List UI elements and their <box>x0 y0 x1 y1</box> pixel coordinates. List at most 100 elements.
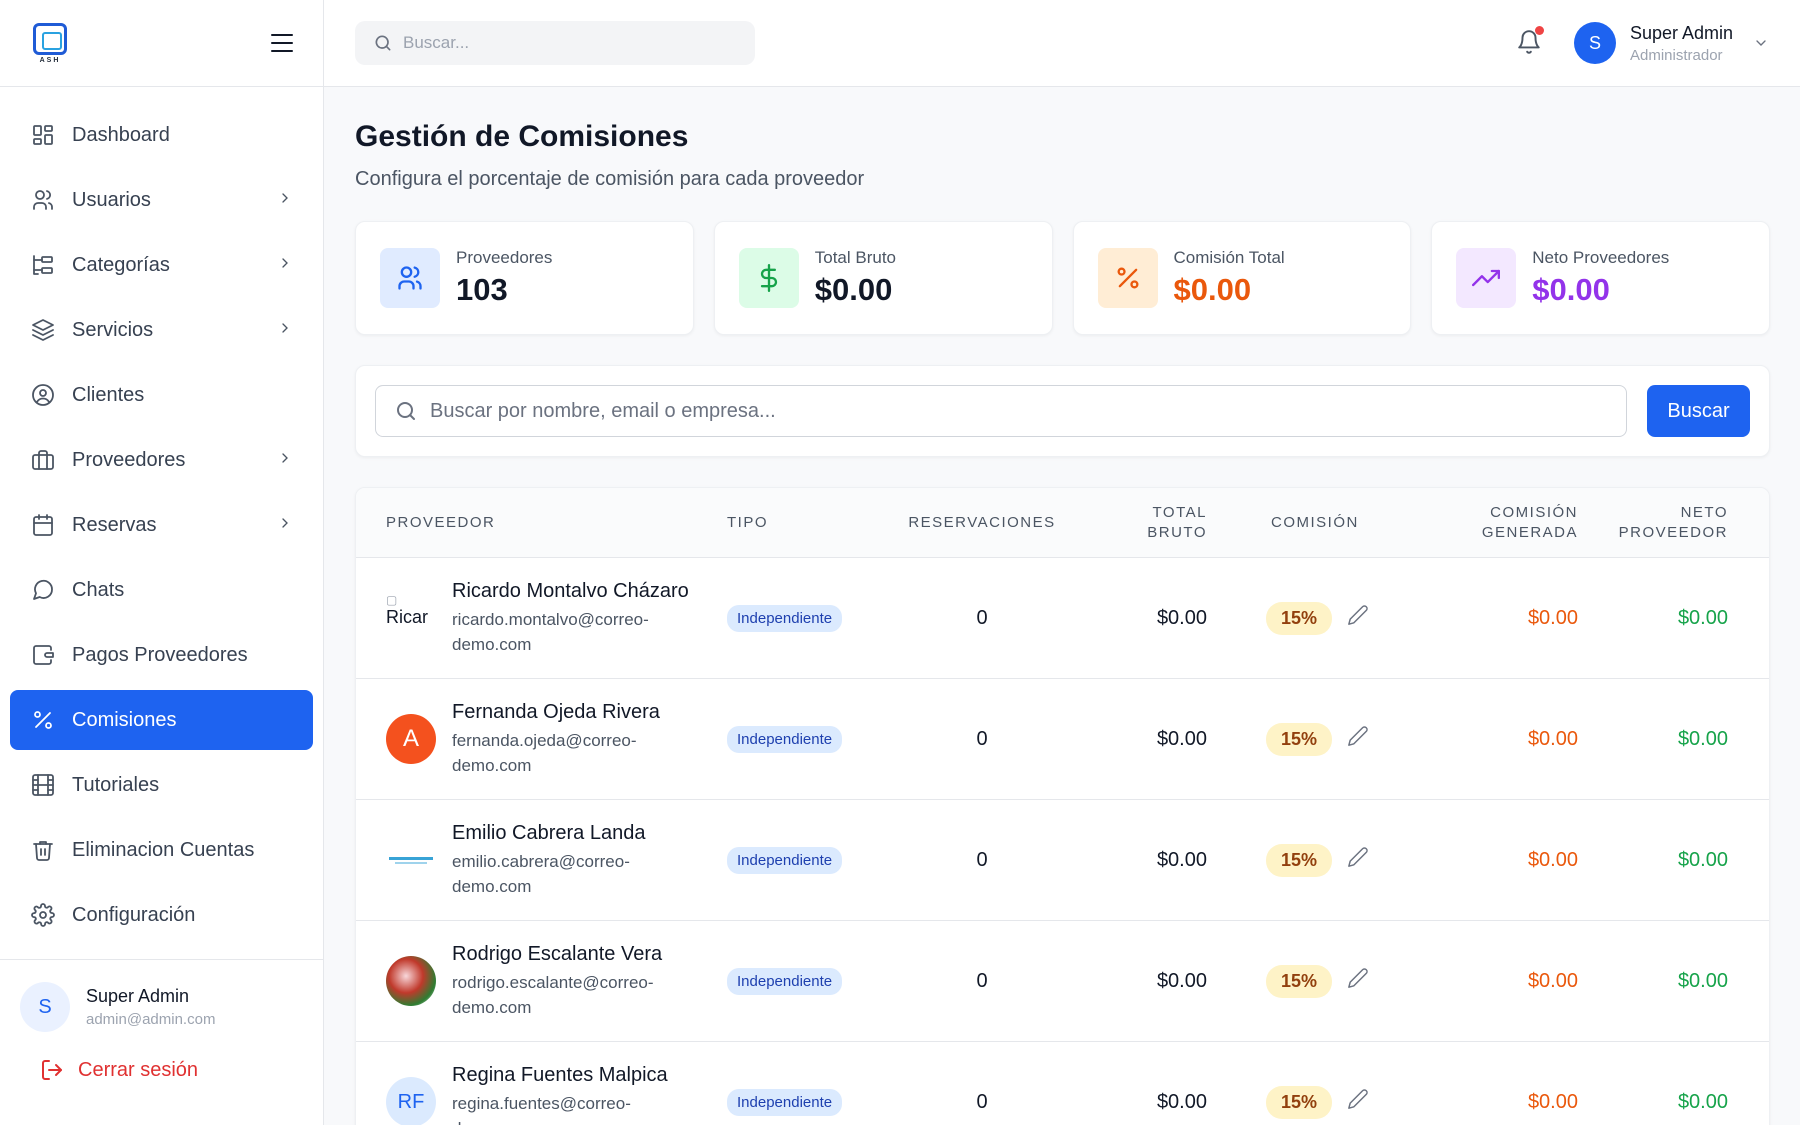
logout-label: Cerrar sesión <box>78 1058 199 1081</box>
col-comision-generada-line2: GENERADA <box>1481 523 1578 541</box>
provider-email: regina.fuentes@correo-demo.com <box>452 1093 631 1125</box>
cell-total-bruto: $0.00 <box>1156 606 1207 629</box>
sidebar-item-label: Clientes <box>72 383 145 406</box>
header-user-menu[interactable]: S Super Admin Administrador <box>1574 22 1769 64</box>
layers-icon <box>32 319 54 341</box>
edit-commission-button[interactable] <box>1347 604 1369 632</box>
stat-label: Proveedores <box>456 248 553 267</box>
sidebar-item-comisiones[interactable]: Comisiones <box>10 690 313 750</box>
cell-comision: 15% <box>1217 601 1410 635</box>
provider-email: rodrigo.escalante@correo-demo.com <box>452 972 654 1017</box>
cell-comision: 15% <box>1217 964 1410 998</box>
sidebar-item-dashboard[interactable]: Dashboard <box>10 105 313 165</box>
search-icon <box>397 402 415 420</box>
briefcase-icon-wrap <box>30 447 56 473</box>
top-header: S Super Admin Administrador <box>324 0 1800 87</box>
stat-value: $0.00 <box>814 272 893 307</box>
col-total-bruto[interactable]: TOTAL BRUTO <box>1067 503 1217 543</box>
cell-tipo: Independiente <box>727 1088 897 1116</box>
avatar-logo <box>386 835 436 885</box>
film-icon-wrap <box>30 772 56 798</box>
col-neto-proveedor[interactable]: NETO PROVEEDOR <box>1578 503 1758 543</box>
chat-icon-wrap <box>30 577 56 603</box>
sidebar-avatar: S <box>20 982 70 1032</box>
tipo-badge: Independiente <box>727 967 843 995</box>
sidebar-item-reservas[interactable]: Reservas <box>10 495 313 555</box>
provider-name: Rodrigo Escalante Vera <box>452 942 663 965</box>
stat-label: Comisión Total <box>1173 248 1285 267</box>
notifications-button[interactable] <box>1516 26 1544 58</box>
cell-reservaciones: 0 <box>976 606 988 629</box>
cell-proveedor: A Fernanda Ojeda Rivera fernanda.ojeda@cor… <box>356 701 727 778</box>
global-search-input[interactable] <box>403 33 733 53</box>
sidebar-item-servicios[interactable]: Servicios <box>10 300 313 360</box>
layers-icon-wrap <box>30 317 56 343</box>
sidebar-item-label: Comisiones <box>72 708 177 731</box>
logo-mark <box>33 22 67 55</box>
col-comision-generada[interactable]: COMISIÓN GENERADA <box>1410 503 1578 543</box>
stat-card-3: Neto Proveedores $0.00 <box>1431 221 1770 335</box>
logout-button[interactable]: Cerrar sesión <box>0 1032 323 1108</box>
table-body: ▢ Ricar Ricardo Montalvo Cházaro ricardo.mo… <box>356 558 1769 1125</box>
dashboard-icon-wrap <box>30 122 56 148</box>
cell-proveedor: Rodrigo Escalante Vera rodrigo.escalante@… <box>356 943 727 1020</box>
stat-value: $0.00 <box>1173 272 1252 307</box>
cell-neto-proveedor: $0.00 <box>1677 1090 1728 1113</box>
provider-name: Fernanda Ojeda Rivera <box>452 700 660 723</box>
sidebar-item-categorias[interactable]: Categorías <box>10 235 313 295</box>
sidebar-item-label: Usuarios <box>72 188 151 211</box>
col-total-bruto-line1: TOTAL <box>1152 503 1207 521</box>
cell-tipo: Independiente <box>727 846 897 874</box>
pencil-icon <box>1348 605 1368 625</box>
pencil-icon <box>1348 726 1368 746</box>
table-header: PROVEEDOR TIPO RESERVACIONES TOTAL BRUTO … <box>356 488 1769 558</box>
global-search[interactable] <box>355 21 755 65</box>
cell-proveedor: RF Regina Fuentes Malpica regina.fuentes@c… <box>356 1064 727 1125</box>
sidebar-item-pagos-proveedores[interactable]: Pagos Proveedores <box>10 625 313 685</box>
col-proveedor[interactable]: PROVEEDOR <box>356 513 727 533</box>
chevron-right-icon <box>277 255 293 276</box>
sidebar-item-clientes[interactable]: Clientes <box>10 365 313 425</box>
edit-commission-button[interactable] <box>1347 846 1369 874</box>
cell-comision-generada: $0.00 <box>1527 848 1578 871</box>
tipo-badge: Independiente <box>727 846 843 874</box>
sidebar-item-usuarios[interactable]: Usuarios <box>10 170 313 230</box>
categories-icon <box>33 255 53 275</box>
col-reservaciones[interactable]: RESERVACIONES <box>897 513 1067 533</box>
table-row: Emilio Cabrera Landa emilio.cabrera@corre… <box>356 800 1769 921</box>
header-user-name: Super Admin <box>1630 22 1734 43</box>
sidebar-item-label: Eliminacion Cuentas <box>72 838 255 861</box>
tipo-badge: Independiente <box>727 725 843 753</box>
edit-commission-button[interactable] <box>1347 967 1369 995</box>
sidebar-item-eliminacion-cuentas[interactable]: Eliminacion Cuentas <box>10 820 313 880</box>
sidebar-item-tutoriales[interactable]: Tutoriales <box>10 755 313 815</box>
col-tipo[interactable]: TIPO <box>727 513 897 533</box>
cell-proveedor: ▢ Ricar Ricardo Montalvo Cházaro ricardo.mo… <box>356 580 727 657</box>
stat-label: Neto Proveedores <box>1532 248 1670 267</box>
stat-card-1: Total Bruto $0.00 <box>713 221 1053 335</box>
users-icon <box>398 266 422 290</box>
sidebar-item-proveedores[interactable]: Proveedores <box>10 430 313 490</box>
tipo-badge: Independiente <box>727 604 843 632</box>
cell-comision-generada: $0.00 <box>1527 606 1578 629</box>
main-content: Gestión de Comisiones Configura el porce… <box>355 88 1770 1125</box>
sidebar-item-chats[interactable]: Chats <box>10 560 313 620</box>
edit-commission-button[interactable] <box>1347 725 1369 753</box>
col-comision[interactable]: COMISIÓN <box>1217 513 1410 533</box>
cell-neto-proveedor: $0.00 <box>1677 727 1728 750</box>
tipo-badge: Independiente <box>727 1088 843 1116</box>
app-logo[interactable]: ASH <box>30 20 70 66</box>
menu-toggle-icon[interactable] <box>271 34 293 52</box>
search-button[interactable]: Buscar <box>1647 385 1750 437</box>
cell-reservaciones: 0 <box>976 1090 988 1113</box>
col-neto-line1: NETO <box>1680 503 1728 521</box>
edit-commission-button[interactable] <box>1347 1088 1369 1116</box>
col-comision-generada-line1: COMISIÓN <box>1490 503 1578 521</box>
table-row: A Fernanda Ojeda Rivera fernanda.ojeda@cor… <box>356 679 1769 800</box>
percent-icon <box>34 711 52 729</box>
cell-comision-generada: $0.00 <box>1527 969 1578 992</box>
provider-search-input[interactable] <box>430 399 1608 423</box>
sidebar-item-configuracion[interactable]: Configuración <box>10 885 313 945</box>
user-circle-icon-wrap <box>30 382 56 408</box>
provider-search[interactable] <box>375 385 1627 437</box>
